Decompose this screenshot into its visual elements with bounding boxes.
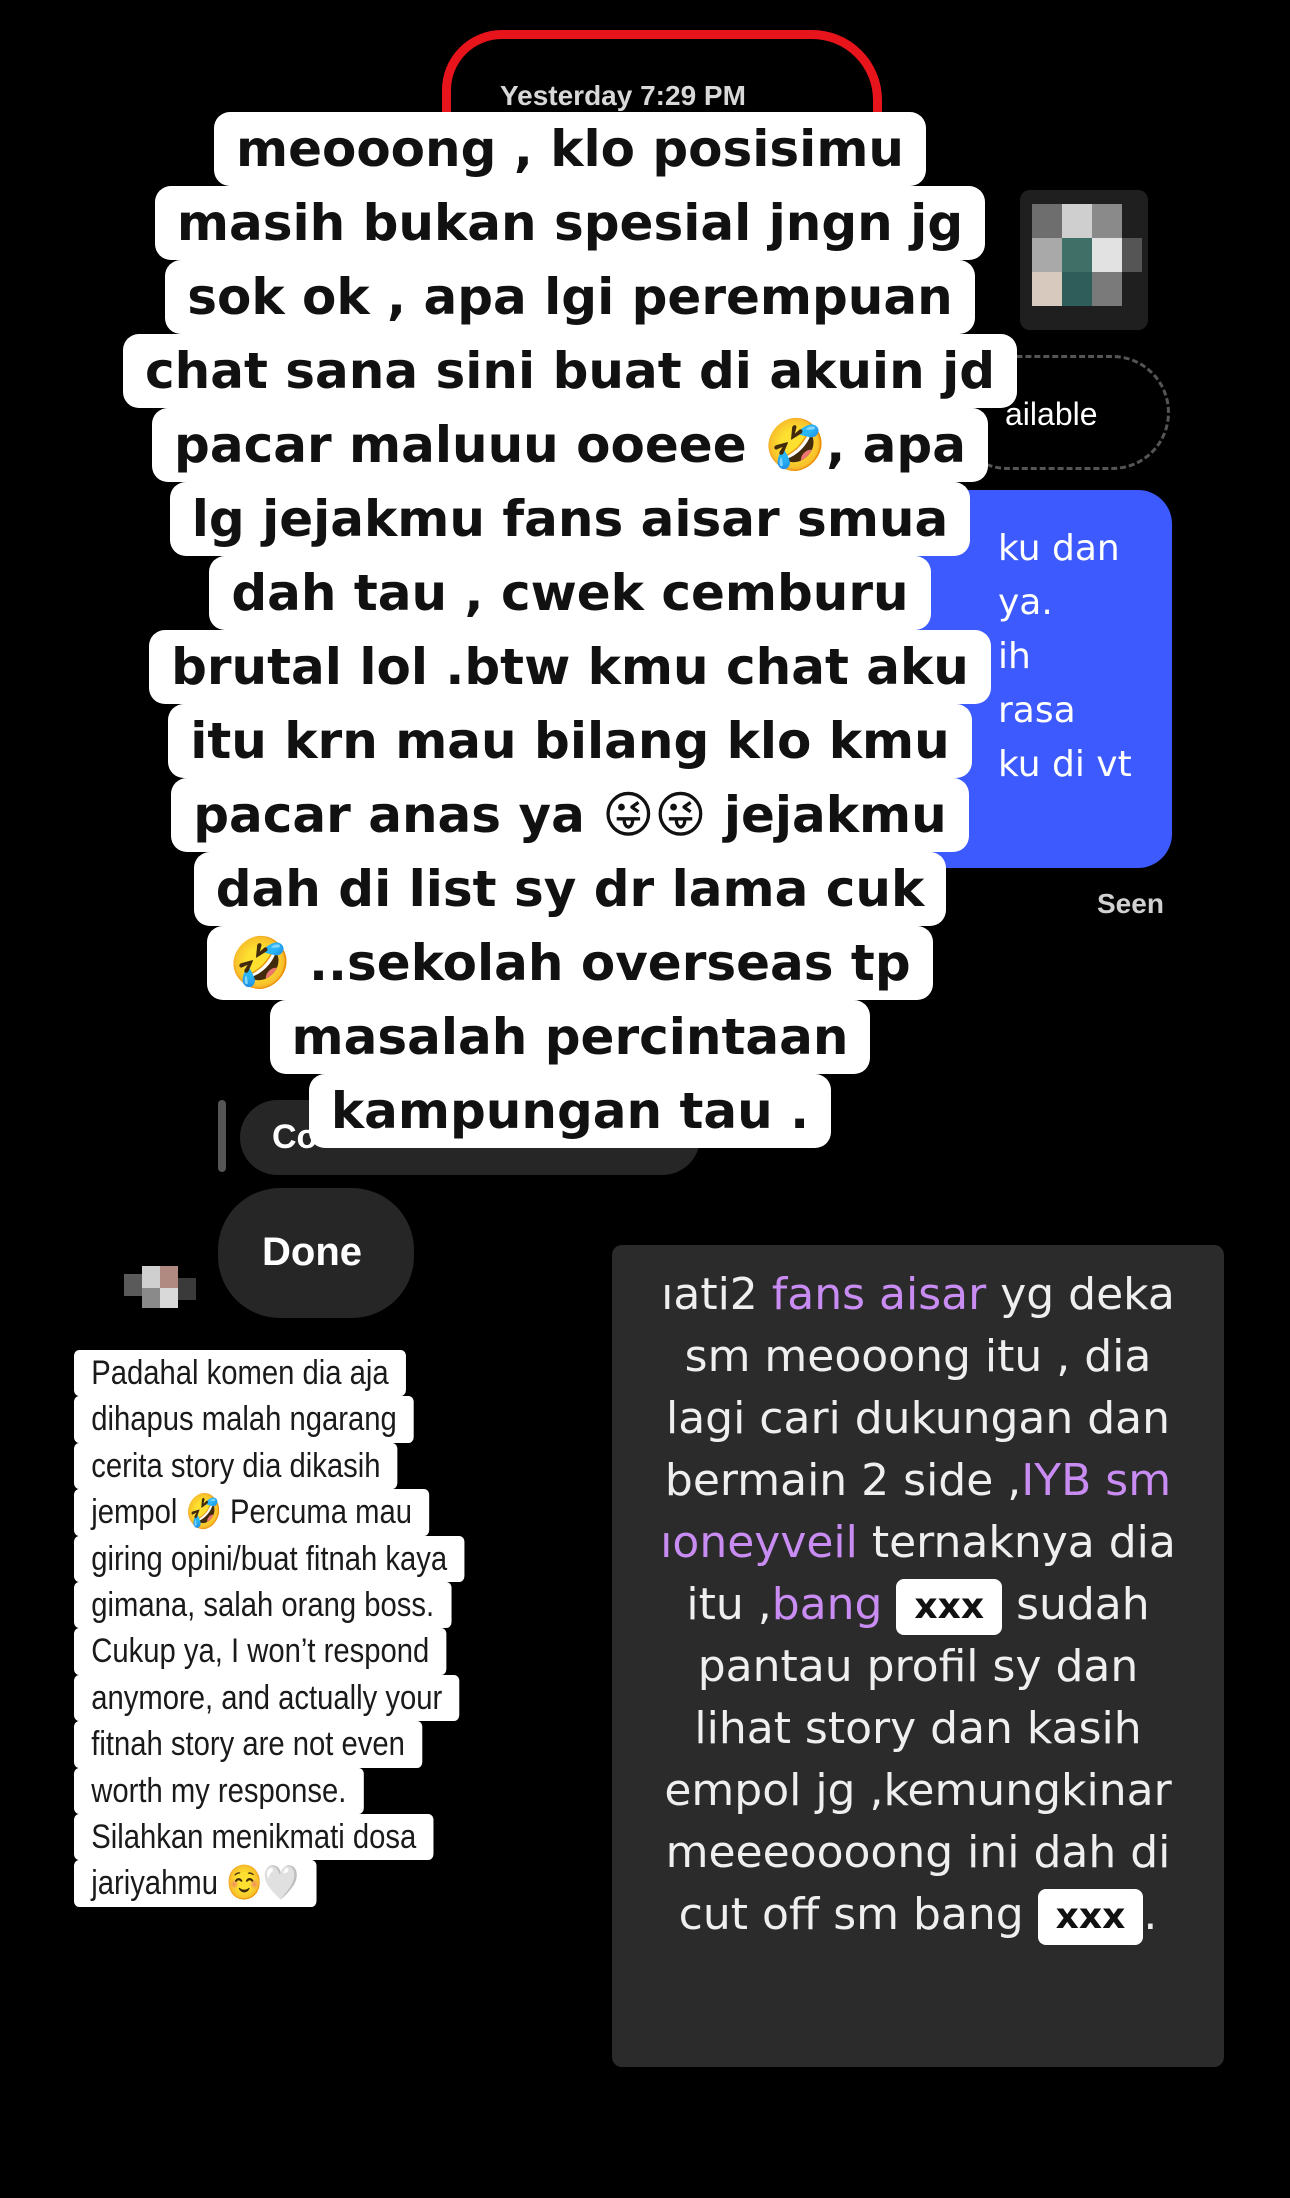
caption-line: itu krn mau bilang klo kmu: [168, 704, 972, 778]
caption-line: masalah percintaan: [269, 1000, 871, 1074]
redaction-box: xxx: [1037, 1889, 1144, 1945]
note-line: Silahkan menikmati dosa: [74, 1814, 434, 1861]
story-line: ıoneyveil ternaknya dia: [612, 1513, 1224, 1573]
story-line: itu ,bang xxx sudah: [612, 1575, 1224, 1635]
quoted-story-note: Padahal komen dia aja dihapus malah ngar…: [74, 1350, 584, 1907]
caption-line: chat sana sini buat di akuin jd: [123, 334, 1017, 408]
note-line: jariyahmu ☺️🤍: [74, 1860, 317, 1907]
story-highlight-text: ıoneyveil: [660, 1517, 858, 1568]
caption-line: brutal lol .btw kmu chat aku: [149, 630, 991, 704]
story-text: sudah: [1002, 1579, 1150, 1630]
incoming-message-bubble[interactable]: Done: [218, 1188, 414, 1318]
note-line: giring opini/buat fitnah kaya: [74, 1535, 465, 1583]
message-timestamp: Yesterday 7:29 PM: [500, 80, 746, 111]
story-text: ternaknya dia: [857, 1517, 1176, 1568]
story-text: yg deka: [986, 1269, 1175, 1320]
note-line: Cukup ya, I won’t respond: [74, 1628, 447, 1675]
caption-line: lg jejakmu fans aisar smua: [169, 482, 971, 556]
story-screenshot: ıati2 fans aisar yg deka sm meooong itu …: [612, 1245, 1224, 2067]
caption-line: sok ok , apa lgi perempuan: [165, 260, 975, 334]
caption-line: pacar anas ya 😜😜 jejakmu: [171, 778, 969, 852]
caption-overlay: meooong , klo posisimu masih bukan spesi…: [60, 112, 1080, 1148]
note-line: cerita story dia dikasih: [74, 1442, 398, 1490]
note-line: dihapus malah ngarang: [74, 1396, 415, 1443]
story-line: empol jg ,kemungkinar: [664, 1765, 1172, 1816]
story-line: cut off sm bang xxx.: [612, 1885, 1224, 1945]
story-line: bermain 2 side ,IYB sm: [612, 1451, 1224, 1511]
story-line: meeeoooong ini dah di: [665, 1827, 1171, 1878]
caption-line: 🤣 ..sekolah overseas tp: [207, 926, 933, 1000]
caption-line: pacar maluuu ooeee 🤣, apa: [152, 408, 988, 482]
story-line: lagi cari dukungan dan: [665, 1393, 1171, 1444]
caption-line: masih bukan spesial jngn jg: [154, 186, 986, 260]
note-line: worth my response.: [74, 1767, 364, 1815]
note-line: jempol 🤣 Percuma mau: [74, 1489, 430, 1536]
story-text: .: [1143, 1889, 1158, 1940]
story-text: bermain 2 side ,: [664, 1455, 1022, 1506]
story-line: pantau profil sy dan: [697, 1641, 1139, 1692]
caption-line: meooong , klo posisimu: [213, 112, 927, 186]
story-highlight-text: bang: [771, 1579, 883, 1630]
story-highlight-text: IYB sm: [1021, 1455, 1172, 1506]
story-line: sm meooong itu , dia: [684, 1331, 1152, 1382]
story-line: ıati2 fans aisar yg deka: [612, 1265, 1224, 1325]
note-line: anymore, and actually your: [74, 1674, 460, 1722]
story-text: itu ,: [686, 1579, 772, 1630]
story-text: ıati2: [661, 1269, 772, 1320]
seen-status: Seen: [1097, 888, 1164, 919]
caption-line: dah di list sy dr lama cuk: [193, 852, 947, 926]
story-highlight-text: fans aisar: [771, 1269, 987, 1320]
redaction-box: xxx: [896, 1579, 1003, 1635]
message-text: Done: [262, 1230, 362, 1274]
note-line: Padahal komen dia aja: [74, 1350, 406, 1397]
note-line: fitnah story are not even: [74, 1721, 423, 1768]
story-line: lihat story dan kasih: [694, 1703, 1142, 1754]
story-text: cut off sm bang: [678, 1889, 1038, 1940]
sender-avatar[interactable]: [124, 1266, 200, 1308]
note-line: gimana, salah orang boss.: [74, 1582, 452, 1629]
caption-line: dah tau , cwek cemburu: [209, 556, 931, 630]
caption-line: kampungan tau .: [308, 1074, 832, 1148]
